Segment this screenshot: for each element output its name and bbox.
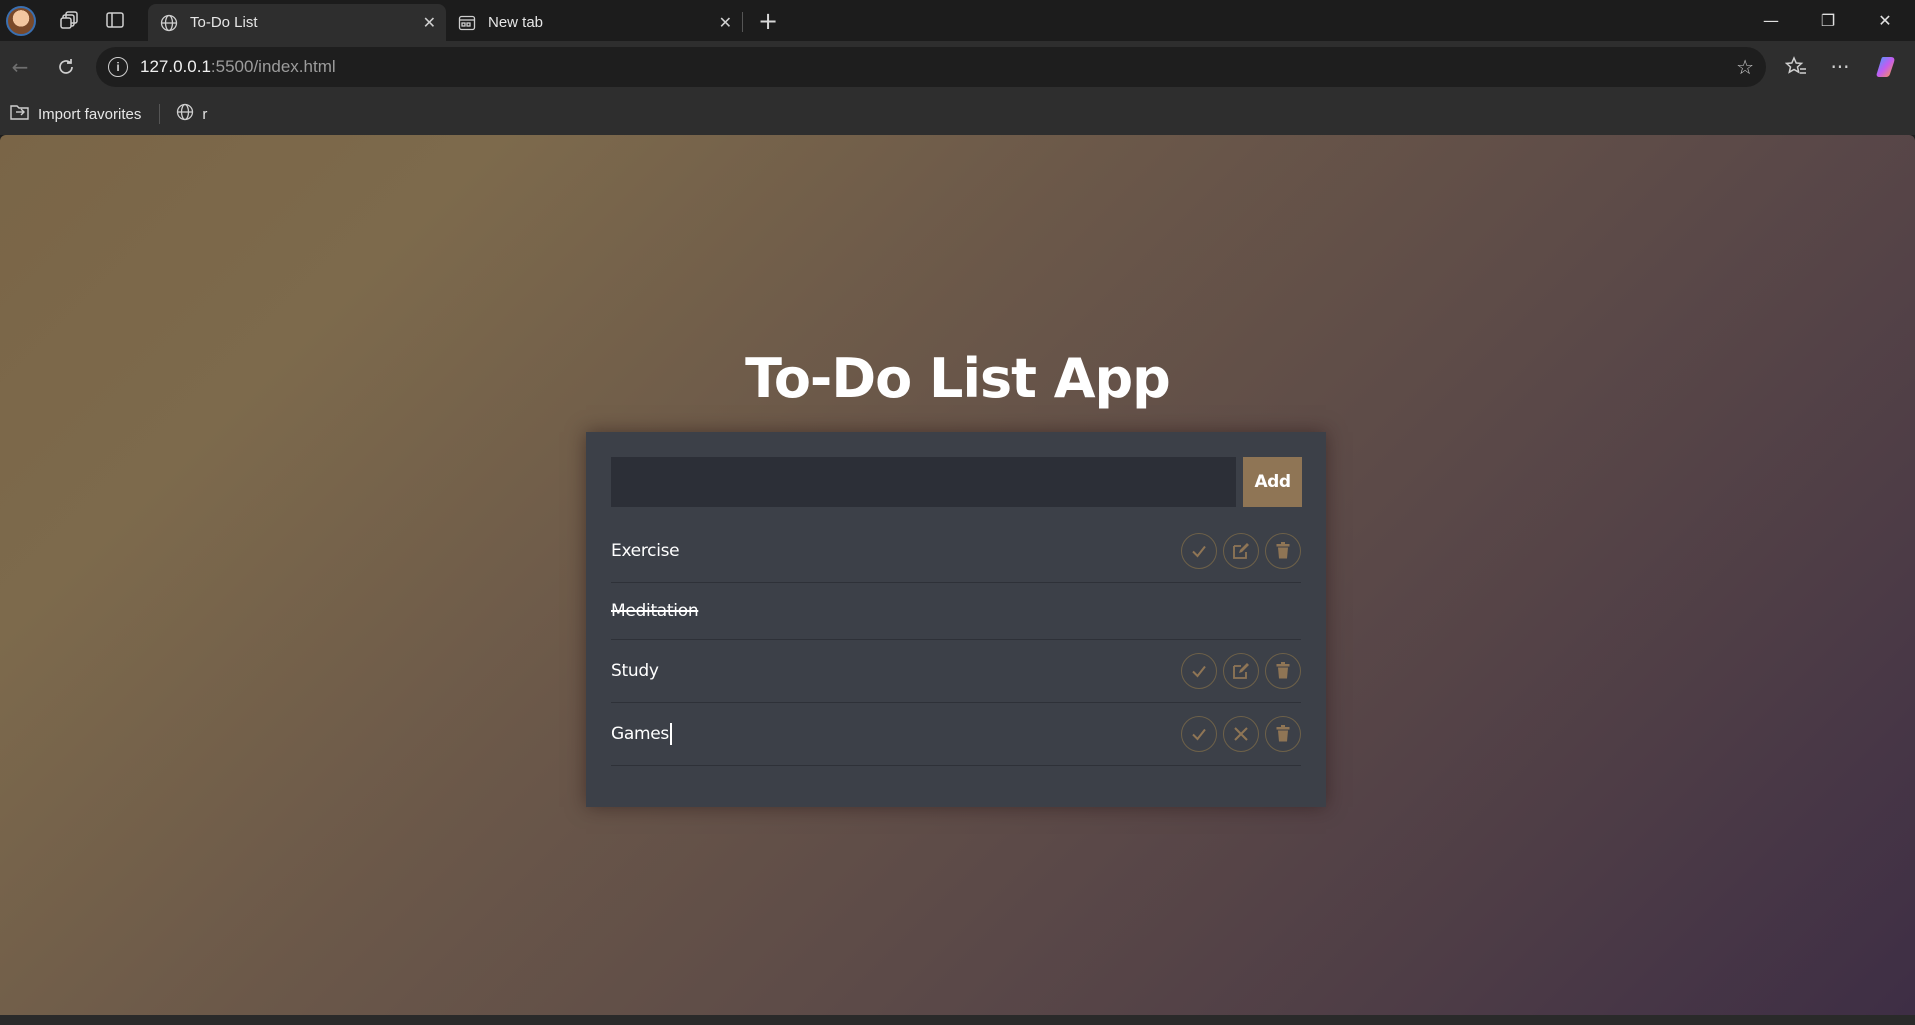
globe-icon [176, 103, 194, 126]
task-list: Exercise Meditation Study Games [611, 520, 1301, 766]
task-actions [1181, 533, 1301, 569]
bookmark-divider [159, 104, 161, 124]
bookmark-import-favorites[interactable]: Import favorites [10, 103, 141, 126]
task-item: Study [611, 640, 1301, 703]
favorites-icon[interactable] [1780, 51, 1812, 83]
task-text: Games [611, 724, 669, 744]
edit-icon [1233, 663, 1249, 679]
site-info-icon[interactable]: i [108, 57, 128, 77]
tab-todo-list[interactable]: To-Do List ✕ [148, 4, 446, 41]
complete-task-button[interactable] [1181, 653, 1217, 689]
copilot-icon[interactable] [1872, 51, 1904, 83]
check-icon [1192, 665, 1206, 678]
trash-icon [1276, 662, 1290, 679]
favorite-star-icon[interactable]: ☆ [1736, 55, 1754, 80]
close-window-icon[interactable]: ✕ [1857, 0, 1913, 41]
bookmark-label: Import favorites [38, 105, 142, 123]
reload-icon[interactable] [50, 51, 82, 83]
save-task-button[interactable] [1181, 716, 1217, 752]
workspaces-icon[interactable] [55, 5, 85, 35]
task-item-editing[interactable]: Games [611, 703, 1301, 766]
trash-icon [1276, 542, 1290, 559]
task-actions [1181, 716, 1301, 752]
restore-icon[interactable]: ❐ [1800, 0, 1856, 41]
complete-task-button[interactable] [1181, 533, 1217, 569]
edit-task-button[interactable] [1223, 653, 1259, 689]
task-text: Study [611, 661, 659, 681]
text-caret [669, 723, 672, 745]
check-icon [1192, 728, 1206, 741]
close-tab-icon[interactable]: ✕ [423, 13, 436, 33]
back-arrow-icon[interactable]: ← [4, 51, 36, 83]
tab-title: New tab [488, 14, 544, 31]
tab-new-tab[interactable]: New tab ✕ [446, 4, 742, 41]
tab-title: To-Do List [190, 14, 258, 31]
address-bar[interactable]: i 127.0.0.1:5500/index.html ☆ [96, 47, 1766, 87]
add-button[interactable]: Add [1243, 457, 1302, 507]
globe-icon [160, 14, 178, 32]
minimize-icon[interactable]: — [1743, 0, 1799, 41]
bookmark-r[interactable]: r [176, 103, 207, 126]
task-item: Meditation [611, 583, 1301, 640]
task-actions [1181, 653, 1301, 689]
import-favorites-icon [10, 103, 30, 126]
task-text: Exercise [611, 541, 680, 561]
delete-task-button[interactable] [1265, 533, 1301, 569]
cancel-icon [1234, 727, 1248, 741]
task-text-completed: Meditation [611, 601, 699, 621]
address-url: 127.0.0.1:5500/index.html [140, 57, 336, 76]
check-icon [1192, 545, 1206, 558]
cancel-edit-button[interactable] [1223, 716, 1259, 752]
page-viewport: To-Do List App Add Exercise Meditation S… [0, 135, 1915, 1015]
new-tab-plus-icon[interactable]: + [753, 6, 783, 36]
close-tab-icon[interactable]: ✕ [719, 13, 732, 33]
task-item: Exercise [611, 520, 1301, 583]
delete-task-button[interactable] [1265, 653, 1301, 689]
trash-icon [1276, 725, 1290, 742]
task-input[interactable] [611, 457, 1236, 507]
task-edit-field[interactable]: Games [611, 723, 672, 745]
browser-toolbar: ← i 127.0.0.1:5500/index.html ☆ ··· [0, 41, 1915, 93]
page-title: To-Do List App [745, 347, 1171, 410]
todo-card: Add Exercise Meditation Study Games [586, 432, 1326, 807]
vertical-tabs-icon[interactable] [100, 5, 130, 35]
edit-icon [1233, 543, 1249, 559]
browser-titlebar: To-Do List ✕ New tab ✕ + — ❐ ✕ [0, 0, 1915, 41]
bookmarks-bar: Import favorites r [0, 93, 1915, 135]
delete-task-button[interactable] [1265, 716, 1301, 752]
tab-divider [742, 12, 743, 32]
newtab-page-icon [458, 14, 476, 32]
add-task-row: Add [611, 457, 1302, 507]
edit-task-button[interactable] [1223, 533, 1259, 569]
window-bottom-edge [0, 1015, 1915, 1025]
more-options-icon[interactable]: ··· [1824, 51, 1856, 83]
bookmark-label: r [202, 105, 208, 123]
profile-avatar-icon[interactable] [6, 5, 36, 36]
